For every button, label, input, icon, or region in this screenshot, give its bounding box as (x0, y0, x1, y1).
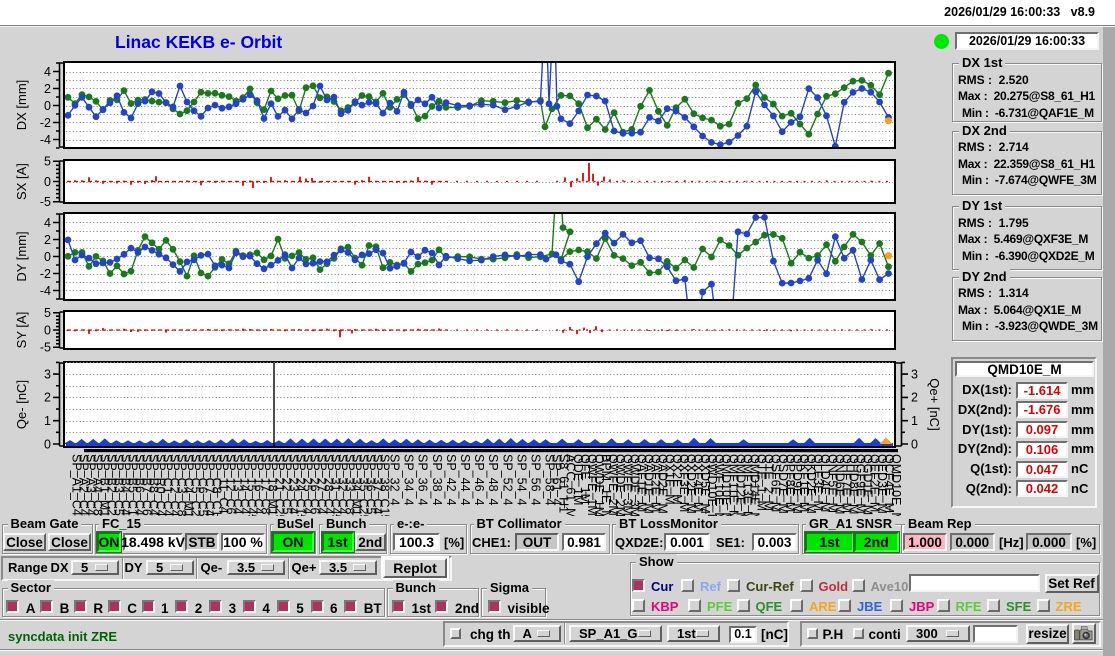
svg-text:QMD10E_M: QMD10E_M (889, 454, 903, 516)
svg-text:4: 4 (44, 65, 51, 79)
svg-text:2: 2 (911, 391, 918, 405)
svg-text:0: 0 (44, 99, 51, 113)
svg-text:SP_46_4: SP_46_4 (472, 454, 486, 505)
svg-text:1: 1 (911, 414, 918, 428)
svg-text:SP_38_4: SP_38_4 (430, 454, 444, 505)
svg-text:2: 2 (44, 233, 51, 247)
svg-text:2: 2 (44, 82, 51, 96)
svg-text:SP_44_4: SP_44_4 (458, 454, 472, 505)
svg-text:1: 1 (44, 414, 51, 428)
svg-text:3: 3 (911, 367, 918, 381)
svg-text:SP_32_4: SP_32_4 (388, 454, 402, 505)
svg-text:2: 2 (44, 391, 51, 405)
svg-text:SX [A]: SX [A] (14, 163, 29, 200)
svg-text:-2: -2 (40, 116, 51, 130)
svg-text:SP_52_4: SP_52_4 (500, 454, 514, 505)
svg-text:DY [mm]: DY [mm] (14, 231, 29, 281)
svg-text:0: 0 (911, 437, 918, 451)
svg-text:5: 5 (44, 155, 51, 169)
svg-text:0: 0 (44, 175, 51, 189)
svg-text:SP_54_4: SP_54_4 (514, 454, 528, 505)
svg-text:4: 4 (44, 216, 51, 230)
svg-text:DX [mm]: DX [mm] (14, 80, 29, 131)
svg-text:0: 0 (44, 437, 51, 451)
svg-text:SP_42_4: SP_42_4 (444, 454, 458, 505)
svg-text:0: 0 (44, 323, 51, 337)
svg-text:-2: -2 (40, 267, 51, 281)
svg-text:SP_36_4: SP_36_4 (416, 454, 430, 505)
svg-text:Qe- [nC]: Qe- [nC] (14, 380, 29, 429)
svg-text:3: 3 (44, 367, 51, 381)
svg-text:SP_34_4: SP_34_4 (402, 454, 416, 505)
svg-text:0: 0 (44, 250, 51, 264)
svg-text:SY [A]: SY [A] (14, 312, 29, 349)
svg-text:SP_48_4: SP_48_4 (486, 454, 500, 505)
svg-text:-5: -5 (40, 341, 51, 355)
svg-text:SP_56_4: SP_56_4 (529, 454, 543, 505)
svg-text:-4: -4 (40, 133, 51, 147)
svg-text:-5: -5 (40, 195, 51, 209)
svg-text:-4: -4 (40, 284, 51, 298)
svg-text:5: 5 (44, 306, 51, 320)
